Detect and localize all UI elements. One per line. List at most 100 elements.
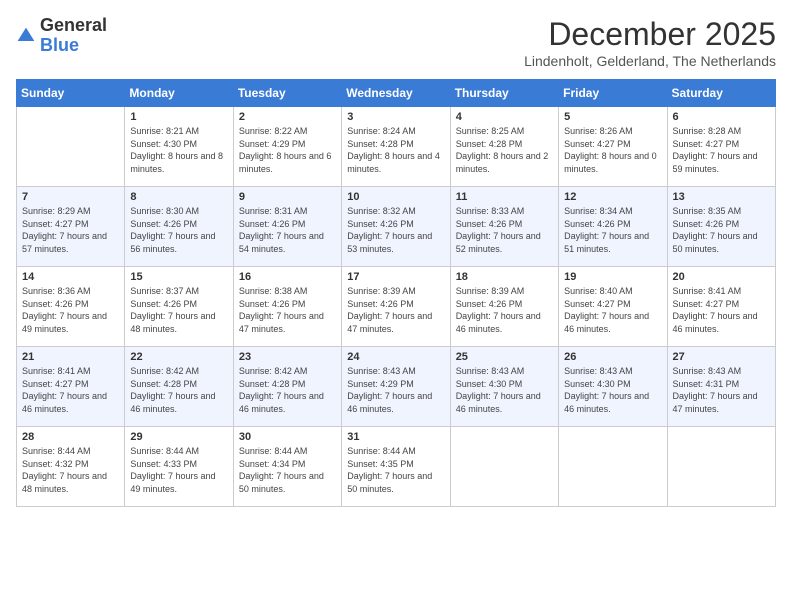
calendar-cell: 13 Sunrise: 8:35 AMSunset: 4:26 PMDayligh… (667, 187, 775, 267)
calendar-cell: 27Sunrise: 8:43 AMSunset: 4:31 PMDayligh… (667, 347, 775, 427)
calendar-body: 1 Sunrise: 8:21 AMSunset: 4:30 PMDaylight… (17, 107, 776, 507)
day-number: 28 (22, 431, 119, 443)
calendar-cell: 21 Sunrise: 8:41 AMSunset: 4:27 PMDayligh… (17, 347, 125, 427)
cell-info: Sunrise: 8:36 AMSunset: 4:26 PMDaylight:… (22, 285, 119, 335)
cell-info: Sunrise: 8:44 AMSunset: 4:35 PMDaylight:… (347, 445, 444, 495)
calendar-cell: 17Sunrise: 8:39 AMSunset: 4:26 PMDayligh… (342, 267, 450, 347)
cell-info: Sunrise: 8:26 AMSunset: 4:27 PMDaylight:… (564, 125, 661, 175)
logo-icon (16, 26, 36, 46)
day-number: 23 (239, 351, 336, 363)
day-number: 12 (564, 191, 661, 203)
cell-info: Sunrise: 8:43 AMSunset: 4:29 PMDaylight:… (347, 365, 444, 415)
calendar-cell: 26Sunrise: 8:43 AMSunset: 4:30 PMDayligh… (559, 347, 667, 427)
title-block: December 2025 Lindenholt, Gelderland, Th… (524, 16, 776, 69)
calendar-cell (667, 427, 775, 507)
column-header-thursday: Thursday (450, 80, 558, 107)
day-number: 13 (673, 191, 770, 203)
day-number: 15 (130, 271, 227, 283)
column-header-saturday: Saturday (667, 80, 775, 107)
day-number: 6 (673, 111, 770, 123)
cell-info: Sunrise: 8:44 AMSunset: 4:32 PMDaylight:… (22, 445, 119, 495)
cell-info: Sunrise: 8:35 AMSunset: 4:26 PMDaylight:… (673, 205, 770, 255)
calendar-cell: 14 Sunrise: 8:36 AMSunset: 4:26 PMDayligh… (17, 267, 125, 347)
cell-info: Sunrise: 8:39 AMSunset: 4:26 PMDaylight:… (456, 285, 553, 335)
day-number: 5 (564, 111, 661, 123)
column-header-wednesday: Wednesday (342, 80, 450, 107)
week-row-2: 7 Sunrise: 8:29 AMSunset: 4:27 PMDaylight… (17, 187, 776, 267)
cell-info: Sunrise: 8:34 AMSunset: 4:26 PMDaylight:… (564, 205, 661, 255)
logo-blue: Blue (40, 35, 79, 55)
cell-info: Sunrise: 8:43 AMSunset: 4:30 PMDaylight:… (564, 365, 661, 415)
cell-info: Sunrise: 8:42 AMSunset: 4:28 PMDaylight:… (239, 365, 336, 415)
cell-info: Sunrise: 8:41 AMSunset: 4:27 PMDaylight:… (22, 365, 119, 415)
calendar-cell: 12 Sunrise: 8:34 AMSunset: 4:26 PMDayligh… (559, 187, 667, 267)
calendar-cell: 19Sunrise: 8:40 AMSunset: 4:27 PMDayligh… (559, 267, 667, 347)
calendar-cell: 25 Sunrise: 8:43 AMSunset: 4:30 PMDayligh… (450, 347, 558, 427)
calendar-cell: 24 Sunrise: 8:43 AMSunset: 4:29 PMDayligh… (342, 347, 450, 427)
calendar-cell: 3 Sunrise: 8:24 AMSunset: 4:28 PMDaylight… (342, 107, 450, 187)
day-number: 1 (130, 111, 227, 123)
calendar-cell (17, 107, 125, 187)
cell-info: Sunrise: 8:42 AMSunset: 4:28 PMDaylight:… (130, 365, 227, 415)
cell-info: Sunrise: 8:28 AMSunset: 4:27 PMDaylight:… (673, 125, 770, 175)
week-row-1: 1 Sunrise: 8:21 AMSunset: 4:30 PMDaylight… (17, 107, 776, 187)
calendar-cell: 18 Sunrise: 8:39 AMSunset: 4:26 PMDayligh… (450, 267, 558, 347)
calendar-cell: 9Sunrise: 8:31 AMSunset: 4:26 PMDaylight… (233, 187, 341, 267)
calendar-cell: 11 Sunrise: 8:33 AMSunset: 4:26 PMDayligh… (450, 187, 558, 267)
day-number: 21 (22, 351, 119, 363)
cell-info: Sunrise: 8:21 AMSunset: 4:30 PMDaylight:… (130, 125, 227, 175)
day-number: 7 (22, 191, 119, 203)
calendar-cell: 2Sunrise: 8:22 AMSunset: 4:29 PMDaylight… (233, 107, 341, 187)
day-number: 30 (239, 431, 336, 443)
calendar-cell: 8Sunrise: 8:30 AMSunset: 4:26 PMDaylight… (125, 187, 233, 267)
cell-info: Sunrise: 8:44 AMSunset: 4:34 PMDaylight:… (239, 445, 336, 495)
column-header-monday: Monday (125, 80, 233, 107)
cell-info: Sunrise: 8:30 AMSunset: 4:26 PMDaylight:… (130, 205, 227, 255)
day-number: 11 (456, 191, 553, 203)
cell-info: Sunrise: 8:41 AMSunset: 4:27 PMDaylight:… (673, 285, 770, 335)
column-header-tuesday: Tuesday (233, 80, 341, 107)
cell-info: Sunrise: 8:39 AMSunset: 4:26 PMDaylight:… (347, 285, 444, 335)
cell-info: Sunrise: 8:32 AMSunset: 4:26 PMDaylight:… (347, 205, 444, 255)
day-number: 24 (347, 351, 444, 363)
day-number: 2 (239, 111, 336, 123)
week-row-5: 28 Sunrise: 8:44 AMSunset: 4:32 PMDayligh… (17, 427, 776, 507)
calendar-cell (450, 427, 558, 507)
calendar-cell: 29Sunrise: 8:44 AMSunset: 4:33 PMDayligh… (125, 427, 233, 507)
month-title: December 2025 (524, 16, 776, 53)
calendar-cell: 16Sunrise: 8:38 AMSunset: 4:26 PMDayligh… (233, 267, 341, 347)
page-header: General Blue December 2025 Lindenholt, G… (16, 16, 776, 69)
day-number: 16 (239, 271, 336, 283)
day-number: 9 (239, 191, 336, 203)
calendar-header-row: SundayMondayTuesdayWednesdayThursdayFrid… (17, 80, 776, 107)
calendar-cell: 22 Sunrise: 8:42 AMSunset: 4:28 PMDayligh… (125, 347, 233, 427)
week-row-4: 21 Sunrise: 8:41 AMSunset: 4:27 PMDayligh… (17, 347, 776, 427)
day-number: 3 (347, 111, 444, 123)
cell-info: Sunrise: 8:24 AMSunset: 4:28 PMDaylight:… (347, 125, 444, 175)
calendar-cell: 31 Sunrise: 8:44 AMSunset: 4:35 PMDayligh… (342, 427, 450, 507)
calendar-cell: 30 Sunrise: 8:44 AMSunset: 4:34 PMDayligh… (233, 427, 341, 507)
calendar-cell: 7 Sunrise: 8:29 AMSunset: 4:27 PMDaylight… (17, 187, 125, 267)
calendar-cell: 5 Sunrise: 8:26 AMSunset: 4:27 PMDaylight… (559, 107, 667, 187)
day-number: 20 (673, 271, 770, 283)
location: Lindenholt, Gelderland, The Netherlands (524, 53, 776, 69)
calendar-cell: 20 Sunrise: 8:41 AMSunset: 4:27 PMDayligh… (667, 267, 775, 347)
day-number: 25 (456, 351, 553, 363)
calendar-cell: 28 Sunrise: 8:44 AMSunset: 4:32 PMDayligh… (17, 427, 125, 507)
cell-info: Sunrise: 8:37 AMSunset: 4:26 PMDaylight:… (130, 285, 227, 335)
cell-info: Sunrise: 8:29 AMSunset: 4:27 PMDaylight:… (22, 205, 119, 255)
day-number: 31 (347, 431, 444, 443)
calendar-cell: 6 Sunrise: 8:28 AMSunset: 4:27 PMDaylight… (667, 107, 775, 187)
day-number: 29 (130, 431, 227, 443)
calendar-cell: 23 Sunrise: 8:42 AMSunset: 4:28 PMDayligh… (233, 347, 341, 427)
cell-info: Sunrise: 8:43 AMSunset: 4:30 PMDaylight:… (456, 365, 553, 415)
day-number: 4 (456, 111, 553, 123)
day-number: 14 (22, 271, 119, 283)
cell-info: Sunrise: 8:33 AMSunset: 4:26 PMDaylight:… (456, 205, 553, 255)
cell-info: Sunrise: 8:40 AMSunset: 4:27 PMDaylight:… (564, 285, 661, 335)
day-number: 18 (456, 271, 553, 283)
logo-general: General (40, 15, 107, 35)
cell-info: Sunrise: 8:43 AMSunset: 4:31 PMDaylight:… (673, 365, 770, 415)
column-header-friday: Friday (559, 80, 667, 107)
day-number: 22 (130, 351, 227, 363)
